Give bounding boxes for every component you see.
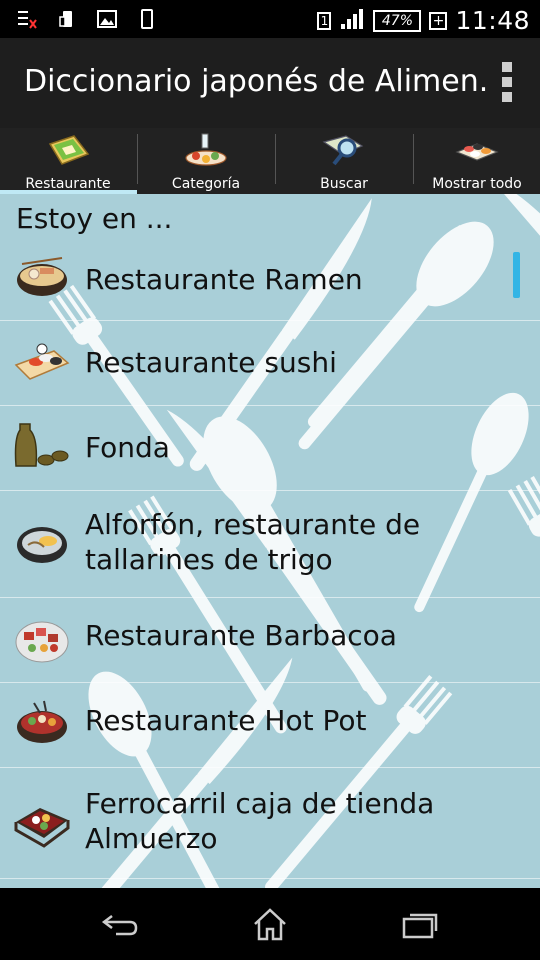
sim-indicator: 1 <box>317 11 332 30</box>
list-item-label: Alforfón, restaurante de tallarines de t… <box>85 508 421 576</box>
back-icon[interactable] <box>90 904 150 944</box>
list-item-barbacoa[interactable]: Restaurante Barbacoa <box>0 598 540 683</box>
home-icon[interactable] <box>240 904 300 944</box>
list-item-fonda[interactable]: Fonda <box>0 406 540 491</box>
bento-box-icon <box>14 798 70 848</box>
tab-label: Categoría <box>171 176 241 192</box>
image-icon <box>96 8 118 30</box>
tab-categoria[interactable]: Categoría <box>138 128 274 194</box>
list-item-hot-pot[interactable]: Restaurante Hot Pot <box>0 683 540 768</box>
search-tab-icon <box>320 132 368 168</box>
soba-bowl-icon <box>14 519 70 569</box>
status-bar: 1 47% + 11:48 <box>0 0 540 38</box>
list-item-ramen[interactable]: Restaurante Ramen <box>0 242 540 321</box>
list-item-label: Ferrocarril caja de tienda Almuerzo <box>85 787 435 855</box>
show-all-tab-icon <box>453 132 501 168</box>
list-item-bento[interactable]: Ferrocarril caja de tienda Almuerzo <box>0 768 540 879</box>
category-tab-icon <box>182 132 230 168</box>
restaurant-tab-icon <box>44 132 92 168</box>
clock: 11:48 <box>455 6 530 35</box>
signal-icon <box>339 8 365 34</box>
ramen-bowl-icon <box>14 254 70 304</box>
battery-icon: 47% <box>373 9 422 32</box>
app-title: Diccionario japonés de Alimen. <box>24 64 489 99</box>
list-item-label: Fonda <box>85 431 170 464</box>
hot-pot-icon <box>14 697 70 747</box>
tab-bar: Restaurante Categoría Buscar Mostrar tod… <box>0 128 540 194</box>
app-bar: Diccionario japonés de Alimen. <box>0 38 540 128</box>
list-scrollbar[interactable] <box>513 252 520 298</box>
list-item-label: Restaurante sushi <box>85 346 337 379</box>
list-item-soba[interactable]: Alforfón, restaurante de tallarines de t… <box>0 491 540 598</box>
list-header: Estoy en ... <box>16 202 173 235</box>
restaurant-list-panel[interactable]: Estoy en ... Restaurante Ramen Restauran… <box>0 194 540 888</box>
overflow-menu-icon[interactable] <box>500 62 514 102</box>
list-item-label: Restaurante Ramen <box>85 263 363 296</box>
tab-label: Buscar <box>320 176 368 192</box>
charging-icon: + <box>429 11 448 30</box>
tab-buscar[interactable]: Buscar <box>276 128 412 194</box>
list-item-label: Restaurante Barbacoa <box>85 619 397 652</box>
sushi-plate-icon <box>14 337 70 387</box>
tab-mostrar-todo[interactable]: Mostrar todo <box>414 128 540 194</box>
sake-bottle-icon <box>14 420 70 470</box>
notification-list-icon <box>16 8 38 30</box>
phone-icon <box>56 8 78 30</box>
tab-label: Mostrar todo <box>432 176 522 192</box>
list-item-label: Restaurante Hot Pot <box>85 704 367 737</box>
navigation-bar <box>0 888 540 960</box>
device-icon <box>136 8 158 30</box>
list-item-sushi[interactable]: Restaurante sushi <box>0 321 540 406</box>
tab-restaurante[interactable]: Restaurante <box>0 128 136 194</box>
barbecue-plate-icon <box>14 616 70 666</box>
recent-apps-icon[interactable] <box>390 904 450 944</box>
